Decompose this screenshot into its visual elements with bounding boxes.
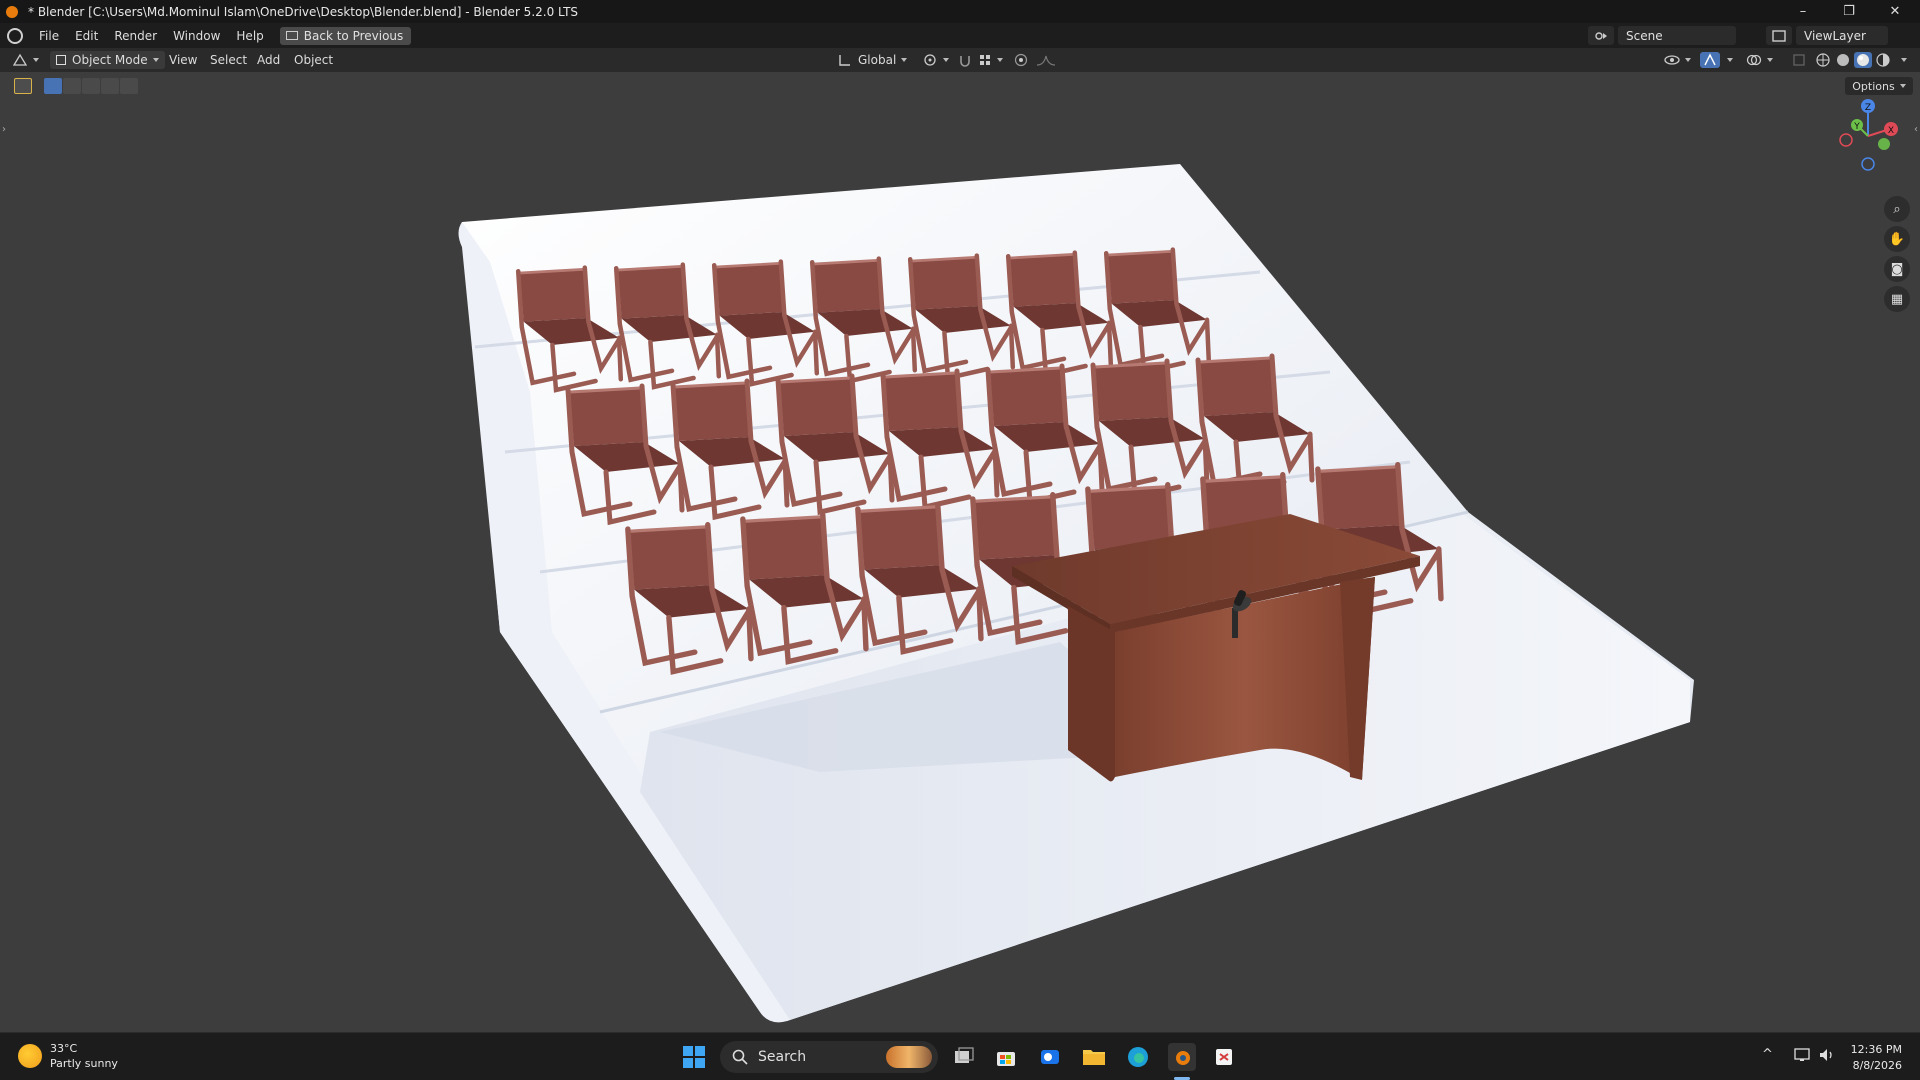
snap-target-icon[interactable]: [978, 52, 1003, 68]
sidebar-expand-icon[interactable]: ‹: [1914, 124, 1918, 135]
clock-time: 12:36 PM: [1850, 1043, 1902, 1056]
options-label: Options: [1852, 79, 1895, 93]
solid-shading-icon[interactable]: [1836, 52, 1850, 68]
select-new-icon[interactable]: [44, 78, 62, 94]
menu-add[interactable]: Add: [257, 52, 280, 68]
maximize-button[interactable]: ❐: [1826, 0, 1872, 23]
select-subtract-icon[interactable]: [82, 78, 100, 94]
network-icon[interactable]: [1794, 1047, 1812, 1067]
task-view-icon[interactable]: [950, 1043, 978, 1071]
menu-window[interactable]: Window: [165, 29, 228, 43]
show-hidden-icons-icon[interactable]: ^: [1762, 1047, 1773, 1062]
snap-icon[interactable]: [958, 52, 972, 68]
editor-type-button[interactable]: [12, 52, 39, 68]
object-mode-dropdown[interactable]: Object Mode: [50, 51, 165, 69]
view-layer-icon[interactable]: [1766, 26, 1792, 45]
partly-sunny-icon: [18, 1044, 42, 1068]
view-layer-name: ViewLayer: [1804, 28, 1866, 43]
rendered-shading-icon[interactable]: [1876, 52, 1890, 68]
wireframe-shading-icon[interactable]: [1816, 52, 1830, 68]
menu-edit[interactable]: Edit: [67, 29, 106, 43]
select-intersect-icon[interactable]: [120, 78, 138, 94]
menu-object[interactable]: Object: [294, 52, 333, 68]
taskbar-search-input[interactable]: Search: [720, 1041, 938, 1073]
menu-help[interactable]: Help: [228, 29, 271, 43]
pan-hand-icon[interactable]: ✋: [1884, 226, 1910, 252]
gizmo-x-label: X: [1888, 126, 1894, 136]
screen-icon: [285, 31, 298, 40]
search-icon: [732, 1049, 748, 1065]
scene-selector-icon[interactable]: [1588, 26, 1614, 45]
back-to-previous-label: Back to Previous: [303, 28, 404, 43]
material-preview-shading-icon[interactable]: [1854, 52, 1872, 68]
scene-render: [458, 164, 1694, 1023]
pivot-point-icon[interactable]: [922, 52, 949, 68]
visibility-dropdown[interactable]: [1664, 52, 1691, 68]
gizmo-toggle-icon[interactable]: [1700, 52, 1720, 68]
transform-orientation-dropdown[interactable]: Global: [838, 52, 908, 68]
snipping-tool-icon[interactable]: [1210, 1043, 1238, 1071]
menu-file[interactable]: File: [31, 29, 67, 43]
weather-widget[interactable]: 33°C Partly sunny: [18, 1041, 118, 1071]
menu-render[interactable]: Render: [106, 29, 165, 43]
windows-taskbar: 33°C Partly sunny Search ^ 12:36 PM 8/8/…: [0, 1032, 1920, 1080]
file-explorer-icon[interactable]: [1080, 1043, 1108, 1071]
search-highlight-image: [886, 1046, 932, 1068]
weather-temperature: 33°C: [50, 1042, 78, 1055]
blender-app-icon: [6, 5, 18, 18]
select-extend-icon[interactable]: [63, 78, 81, 94]
zoom-icon[interactable]: ⌕: [1884, 196, 1910, 222]
volume-icon[interactable]: [1818, 1047, 1836, 1067]
weather-condition: Partly sunny: [50, 1057, 118, 1070]
blender-taskbar-icon[interactable]: [1168, 1043, 1196, 1071]
object-mode-label: Object Mode: [72, 53, 148, 67]
edge-browser-icon[interactable]: [1124, 1043, 1152, 1071]
gizmo-dropdown-arrow[interactable]: [1727, 58, 1733, 62]
options-dropdown[interactable]: Options: [1845, 77, 1913, 95]
minimize-button[interactable]: –: [1780, 0, 1826, 23]
search-placeholder: Search: [758, 1049, 807, 1065]
scene-name: Scene: [1626, 28, 1663, 43]
overlays-icon[interactable]: [1746, 52, 1773, 68]
window-titlebar: * Blender [C:\Users\Md.Mominul Islam\One…: [0, 0, 1920, 23]
select-tool-icon[interactable]: [14, 78, 32, 94]
clock-date: 8/8/2026: [1852, 1059, 1902, 1072]
navigation-gizmo[interactable]: Z X Y: [1828, 96, 1908, 176]
system-clock[interactable]: 12:36 PM 8/8/2026: [1851, 1042, 1902, 1074]
proportional-editing-icon[interactable]: [1014, 52, 1028, 68]
select-invert-icon[interactable]: [101, 78, 119, 94]
outlook-icon[interactable]: [1036, 1043, 1064, 1071]
xray-toggle-icon[interactable]: [1792, 52, 1806, 68]
menu-select[interactable]: Select: [210, 52, 247, 68]
back-to-previous-button[interactable]: Back to Previous: [279, 26, 412, 45]
camera-view-icon[interactable]: ◙: [1884, 256, 1910, 282]
blender-logo-icon[interactable]: [7, 27, 23, 44]
perspective-grid-icon[interactable]: ▦: [1884, 286, 1910, 312]
object-mode-icon: [56, 55, 66, 65]
gizmo-y-label: Y: [1853, 122, 1860, 132]
3d-viewport[interactable]: › ‹ Z X Y ⌕ ✋ ◙ ▦: [0, 72, 1920, 1032]
close-button[interactable]: ✕: [1872, 0, 1918, 23]
menu-view[interactable]: View: [169, 52, 197, 68]
gizmo-z-label: Z: [1865, 103, 1871, 113]
falloff-icon[interactable]: [1036, 52, 1056, 68]
toolbar-expand-icon[interactable]: ›: [2, 124, 6, 135]
window-title: * Blender [C:\Users\Md.Mominul Islam\One…: [28, 4, 579, 19]
transform-orientation-label: Global: [858, 53, 897, 67]
viewport-header: Object Mode View Select Add Object Globa…: [0, 48, 1920, 72]
windows-start-icon[interactable]: [680, 1043, 708, 1071]
view-layer-field[interactable]: ViewLayer: [1796, 26, 1888, 45]
shading-dropdown-arrow[interactable]: [1901, 58, 1907, 62]
scene-name-field[interactable]: Scene: [1618, 26, 1736, 45]
microsoft-store-icon[interactable]: [992, 1043, 1020, 1071]
